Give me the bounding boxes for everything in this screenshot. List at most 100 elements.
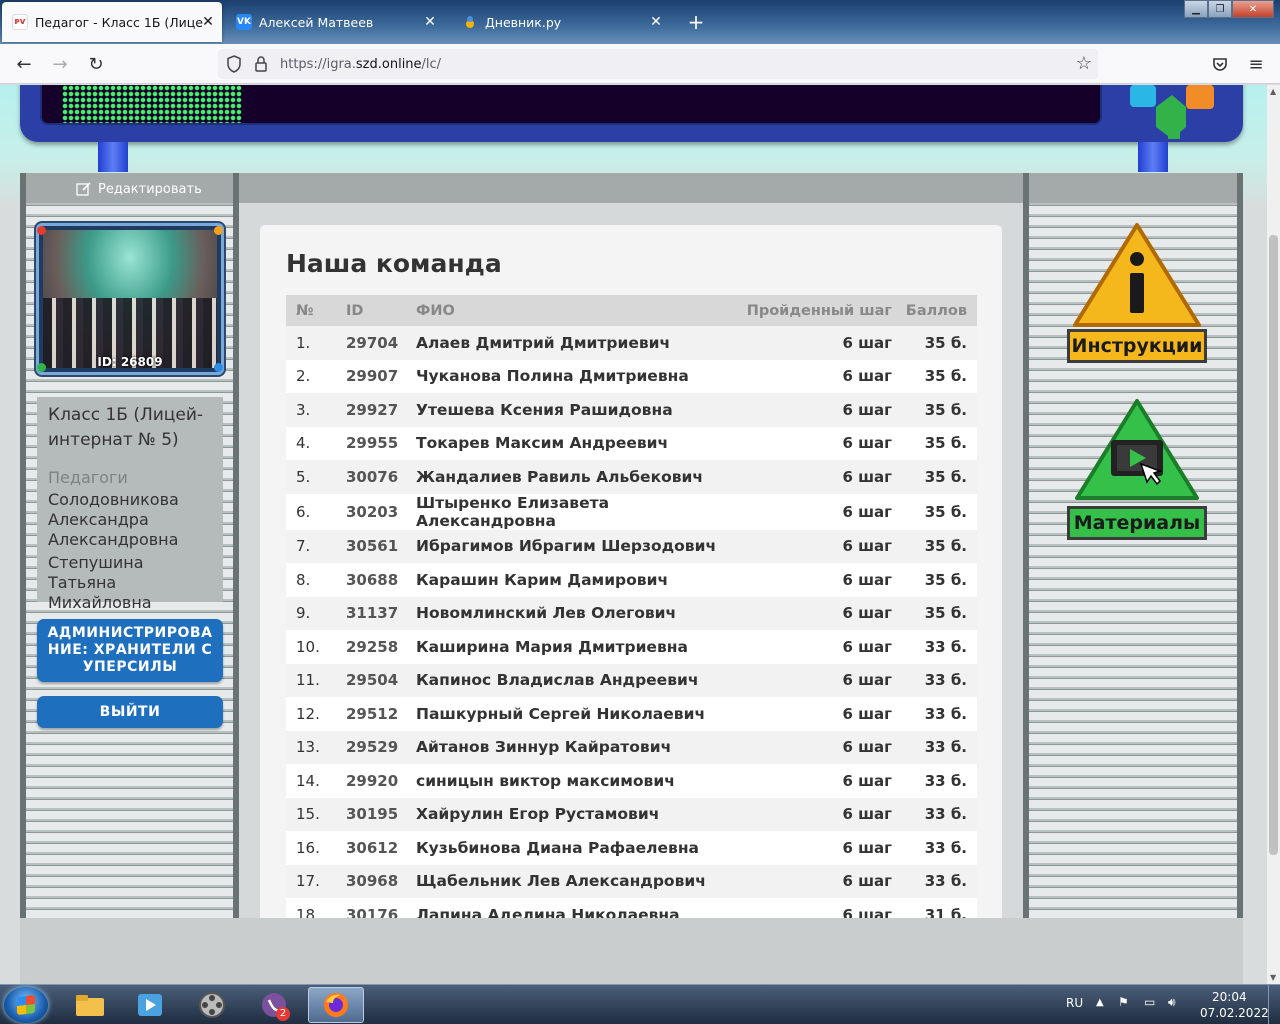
points-value: 33 б. bbox=[924, 738, 967, 757]
edit-link[interactable]: Редактировать bbox=[76, 181, 202, 197]
media-player-icon[interactable] bbox=[122, 987, 178, 1023]
student-name: Токарев Максим Андреевич bbox=[416, 434, 669, 453]
teacher-name: Солодовникова Александра Александровна bbox=[48, 490, 179, 549]
minimize-icon[interactable]: ▁ bbox=[1184, 0, 1208, 18]
row-number: 13. bbox=[296, 738, 320, 757]
scroll-up-icon[interactable]: ▲ bbox=[1270, 87, 1276, 96]
row-number: 14. bbox=[296, 771, 320, 790]
points-value: 33 б. bbox=[924, 872, 967, 891]
materials-button[interactable]: Материалы bbox=[1067, 398, 1207, 543]
scrollbar-thumb[interactable] bbox=[1269, 235, 1278, 855]
table-row: 5. 30076 Жандалиев Равиль Альбекович 6 шаг 3… bbox=[286, 460, 977, 494]
table-row: 9. 31137 Новомлинский Лев Олегович 6 шаг 35 … bbox=[286, 596, 977, 630]
url-path: /lc/ bbox=[421, 56, 442, 72]
row-number: 2. bbox=[296, 367, 311, 386]
table-row: 11. 29504 Капинос Владислав Андреевич 6 шаг… bbox=[286, 663, 977, 697]
close-icon[interactable]: ✕ bbox=[422, 14, 438, 30]
url-prefix: https://igra. bbox=[280, 56, 356, 72]
step-value: 6 шаг bbox=[842, 838, 892, 857]
reload-icon[interactable]: ↻ bbox=[84, 52, 108, 76]
volume-icon[interactable]: 🔊︎ bbox=[1168, 995, 1176, 1010]
tab-title: Педагог - Класс 1Б (Лицей-ин bbox=[35, 14, 203, 30]
start-button[interactable] bbox=[4, 987, 48, 1023]
corner-light bbox=[214, 226, 223, 235]
admin-button[interactable]: АДМИНИСТРИРОВАНИЕ: ХРАНИТЕЛИ СУПЕРСИЛЫ bbox=[37, 619, 223, 682]
points-value: 35 б. bbox=[924, 434, 967, 453]
tab-title: Дневник.ру bbox=[485, 14, 562, 30]
table-row: 13. 29529 Айтанов Зиннур Кайратович 6 шаг 33… bbox=[286, 730, 977, 764]
viber-icon[interactable]: 2 bbox=[246, 987, 302, 1023]
new-tab-button[interactable]: + bbox=[684, 10, 708, 34]
student-name: Каширина Мария Дмитриевна bbox=[416, 637, 688, 656]
tab-vk[interactable]: VK Алексей Матвеев ✕ bbox=[226, 2, 444, 42]
tab-dnevnik[interactable]: Дневник.ру ✕ bbox=[452, 2, 670, 42]
menu-icon[interactable]: ≡ bbox=[1244, 52, 1268, 76]
table-row: 15. 30195 Хайрулин Егор Рустамович 6 шаг 33 … bbox=[286, 797, 977, 831]
lock-icon[interactable] bbox=[254, 55, 268, 77]
explorer-icon[interactable] bbox=[62, 987, 118, 1023]
scroll-down-icon[interactable]: ▼ bbox=[1270, 973, 1276, 982]
page-scrollbar[interactable]: ▲ ▼ bbox=[1267, 85, 1280, 984]
vk-icon: VK bbox=[236, 14, 252, 30]
points-value: 35 б. bbox=[924, 333, 967, 352]
student-name: Пашкурный Сергей Николаевич bbox=[416, 704, 706, 723]
student-name: Ибрагимов Ибрагим Шерзодович bbox=[416, 537, 717, 556]
clock-date[interactable]: 07.02.2022 bbox=[1200, 1006, 1269, 1020]
tray-expand-icon[interactable]: ▲ bbox=[1096, 997, 1104, 1008]
firefox-icon[interactable] bbox=[308, 987, 364, 1023]
student-id: 29927 bbox=[346, 400, 399, 419]
windows-logo-icon bbox=[17, 995, 35, 1015]
network-icon[interactable]: ▭ bbox=[1144, 995, 1155, 1009]
tab-pedagog[interactable]: ᴘᴠ Педагог - Класс 1Б (Лицей-ин ✕ bbox=[2, 2, 222, 42]
student-name: Хайрулин Егор Рустамович bbox=[416, 805, 660, 824]
student-name: синицын виктор максимович bbox=[416, 771, 675, 790]
student-id: 30968 bbox=[346, 872, 399, 891]
step-value: 6 шаг bbox=[842, 467, 892, 486]
team-table-body: 1. 29704 Алаев Дмитрий Дмитриевич 6 шаг 35 б… bbox=[286, 326, 977, 984]
row-number: 10. bbox=[296, 637, 320, 656]
forward-icon[interactable]: → bbox=[48, 52, 72, 76]
flag-icon[interactable]: ⚑ bbox=[1118, 995, 1129, 1009]
team-title: Наша команда bbox=[286, 249, 502, 278]
teacher-name: Степушина Татьяна Михайловна bbox=[48, 553, 152, 612]
bookmark-star-icon[interactable]: ☆ bbox=[1076, 53, 1092, 74]
logo-icon bbox=[1128, 85, 1216, 140]
windows-taskbar: 2 RU ▲ ⚑ ▭ 🔊︎ 20:04 07.02.2022 bbox=[0, 984, 1280, 1024]
student-name: Утешева Ксения Рашидовна bbox=[416, 400, 673, 419]
student-id: 30561 bbox=[346, 537, 399, 556]
class-avatar[interactable]: ID: 26809 bbox=[36, 223, 224, 375]
pocket-icon[interactable] bbox=[1208, 52, 1232, 76]
main-content: Наша команда № ID ФИО Пройденный шаг Бал… bbox=[239, 173, 1023, 984]
student-id: 29529 bbox=[346, 738, 399, 757]
student-id: 30612 bbox=[346, 838, 399, 857]
row-number: 4. bbox=[296, 434, 311, 453]
show-desktop-button[interactable] bbox=[1268, 985, 1280, 1024]
shield-icon[interactable] bbox=[226, 55, 242, 77]
points-value: 35 б. bbox=[924, 570, 967, 589]
instructions-button[interactable]: Инструкции bbox=[1067, 221, 1207, 366]
window-close-icon[interactable]: ✕ bbox=[1232, 0, 1274, 18]
clock-time[interactable]: 20:04 bbox=[1212, 990, 1247, 1004]
row-number: 16. bbox=[296, 838, 320, 857]
student-name: Чуканова Полина Дмитриевна bbox=[416, 367, 689, 386]
row-number: 1. bbox=[296, 333, 311, 352]
student-id: 30076 bbox=[346, 467, 399, 486]
student-name: Новомлинский Лев Олегович bbox=[416, 604, 677, 623]
logout-button[interactable]: ВЫЙТИ bbox=[37, 696, 223, 728]
url-text[interactable]: https://igra.szd.online/lc/ bbox=[280, 57, 441, 72]
step-value: 6 шаг bbox=[842, 537, 892, 556]
left-sidebar: Редактировать ID: 26809 Класс 1Б (Лицей-… bbox=[20, 173, 239, 918]
film-reel-icon[interactable] bbox=[184, 987, 240, 1023]
language-indicator[interactable]: RU bbox=[1066, 996, 1083, 1010]
close-icon[interactable]: ✕ bbox=[200, 14, 216, 30]
student-id: 29907 bbox=[346, 367, 399, 386]
student-id: 29504 bbox=[346, 671, 399, 690]
close-icon[interactable]: ✕ bbox=[648, 14, 664, 30]
points-value: 33 б. bbox=[924, 771, 967, 790]
maximize-icon[interactable]: ❐ bbox=[1208, 0, 1232, 18]
row-number: 6. bbox=[296, 502, 311, 521]
back-icon[interactable]: ← bbox=[12, 52, 36, 76]
address-bar[interactable]: https://igra.szd.online/lc/ ☆ bbox=[218, 49, 1098, 79]
row-number: 8. bbox=[296, 570, 311, 589]
table-row: 4. 29955 Токарев Максим Андреевич 6 шаг 35 б… bbox=[286, 426, 977, 460]
